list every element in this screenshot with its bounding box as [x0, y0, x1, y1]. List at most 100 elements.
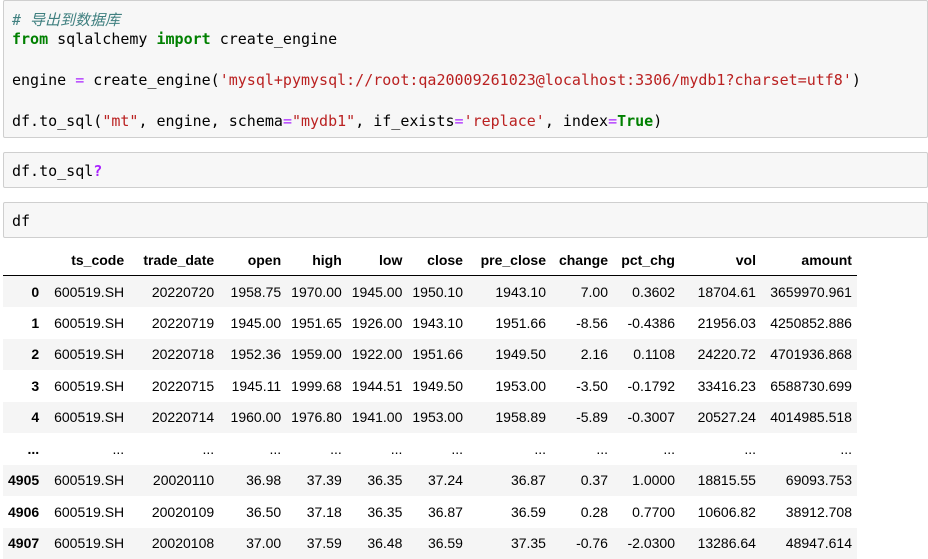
- table-cell: ...: [551, 433, 613, 465]
- column-header-pct_chg: pct_chg: [613, 244, 680, 276]
- column-header-change: change: [551, 244, 613, 276]
- table-cell: 36.48: [347, 528, 408, 559]
- close-paren: ): [852, 71, 861, 89]
- column-header-pre_close: pre_close: [468, 244, 551, 276]
- table-cell: 48947.614: [761, 528, 857, 559]
- table-cell: ...: [680, 433, 761, 465]
- table-cell: 37.39: [286, 465, 347, 497]
- code-cell-df[interactable]: df: [3, 202, 928, 238]
- equals-op: =: [455, 112, 464, 130]
- table-cell: 0.3602: [613, 276, 680, 308]
- table-cell: 600519.SH: [44, 496, 129, 528]
- table-cell: ...: [129, 433, 219, 465]
- table-cell: 1976.80: [286, 402, 347, 434]
- equals-op: =: [283, 112, 292, 130]
- table-cell: 1952.36: [219, 339, 286, 371]
- table-cell: 20220718: [129, 339, 219, 371]
- row-index: 4907: [3, 528, 44, 559]
- column-header-vol: vol: [680, 244, 761, 276]
- table-cell: 1949.50: [468, 339, 551, 371]
- column-header-high: high: [286, 244, 347, 276]
- table-cell: 37.35: [468, 528, 551, 559]
- table-cell: 3659970.961: [761, 276, 857, 308]
- dataframe-output-table: ts_codetrade_dateopenhighlowclosepre_clo…: [3, 244, 857, 559]
- column-header-close: close: [407, 244, 468, 276]
- table-cell: 13286.64: [680, 528, 761, 559]
- table-cell: 6588730.699: [761, 370, 857, 402]
- table-cell: 1926.00: [347, 307, 408, 339]
- table-cell: 1950.10: [407, 276, 468, 308]
- table-cell: 1943.10: [468, 276, 551, 308]
- table-name-string: "mt": [102, 112, 138, 130]
- table-cell: -0.76: [551, 528, 613, 559]
- table-cell: 1945.00: [347, 276, 408, 308]
- table-cell: ...: [44, 433, 129, 465]
- column-header-ts_code: ts_code: [44, 244, 129, 276]
- table-cell: 21956.03: [680, 307, 761, 339]
- table-cell: 24220.72: [680, 339, 761, 371]
- table-cell: 33416.23: [680, 370, 761, 402]
- table-cell: 36.87: [407, 496, 468, 528]
- table-cell: 1999.68: [286, 370, 347, 402]
- table-cell: 0.37: [551, 465, 613, 497]
- table-cell: 20220720: [129, 276, 219, 308]
- row-index: 1: [3, 307, 44, 339]
- column-header-index: [3, 244, 44, 276]
- to-sql-call: df.to_sql(: [12, 112, 102, 130]
- connection-url-string: 'mysql+pymysql://root:qa20009261023@loca…: [220, 71, 852, 89]
- table-cell: -8.56: [551, 307, 613, 339]
- table-cell: 1953.00: [407, 402, 468, 434]
- table-cell: 600519.SH: [44, 402, 129, 434]
- table-cell: -5.89: [551, 402, 613, 434]
- table-cell: -0.1792: [613, 370, 680, 402]
- table-cell: 1944.51: [347, 370, 408, 402]
- table-cell: 1943.10: [407, 307, 468, 339]
- code-line-df: df: [12, 212, 30, 230]
- equals-op: =: [75, 71, 84, 89]
- equals-op: =: [608, 112, 617, 130]
- keyword-true: True: [617, 112, 653, 130]
- table-cell: 37.00: [219, 528, 286, 559]
- table-cell: 69093.753: [761, 465, 857, 497]
- table-cell: 4014985.518: [761, 402, 857, 434]
- table-cell: 1953.00: [468, 370, 551, 402]
- table-body: 0600519.SH202207201958.751970.001945.001…: [3, 276, 857, 559]
- table-row: 4907600519.SH2002010837.0037.5936.4836.5…: [3, 528, 857, 559]
- table-cell: 20020109: [129, 496, 219, 528]
- import-name: create_engine: [211, 30, 337, 48]
- table-cell: 4701936.868: [761, 339, 857, 371]
- table-cell: 37.18: [286, 496, 347, 528]
- table-cell: 7.00: [551, 276, 613, 308]
- code-line-to-sql: df.to_sql("mt", engine, schema="mydb1", …: [12, 112, 662, 130]
- code-line-import: from sqlalchemy import create_engine: [12, 30, 337, 48]
- code-line-comment: # 导出到数据库: [12, 9, 120, 30]
- row-index: 2: [3, 339, 44, 371]
- table-cell: 1941.00: [347, 402, 408, 434]
- table-cell: 36.35: [347, 465, 408, 497]
- table-row: 1600519.SH202207191945.001951.651926.001…: [3, 307, 857, 339]
- to-sql-ref: df.to_sql: [12, 162, 93, 180]
- table-cell: ...: [613, 433, 680, 465]
- table-row: 4906600519.SH2002010936.5037.1836.3536.8…: [3, 496, 857, 528]
- create-engine-call: create_engine(: [84, 71, 219, 89]
- table-header-row: ts_codetrade_dateopenhighlowclosepre_clo…: [3, 244, 857, 276]
- comment-text: # 导出到数据库: [12, 11, 120, 29]
- table-cell: ...: [468, 433, 551, 465]
- table-cell: 20527.24: [680, 402, 761, 434]
- table-cell: -0.4386: [613, 307, 680, 339]
- table-cell: 1958.89: [468, 402, 551, 434]
- schema-string: "mydb1": [292, 112, 355, 130]
- code-cell-export[interactable]: # 导出到数据库 from sqlalchemy import create_e…: [3, 0, 928, 138]
- table-cell: 18815.55: [680, 465, 761, 497]
- table-cell: 1970.00: [286, 276, 347, 308]
- table-cell: 36.87: [468, 465, 551, 497]
- table-cell: ...: [286, 433, 347, 465]
- table-cell: 1949.50: [407, 370, 468, 402]
- code-cell-help[interactable]: df.to_sql?: [3, 152, 928, 188]
- row-index: 4: [3, 402, 44, 434]
- table-cell: 1959.00: [286, 339, 347, 371]
- table-cell: 0.7700: [613, 496, 680, 528]
- table-row: 2600519.SH202207181952.361959.001922.001…: [3, 339, 857, 371]
- table-cell: 600519.SH: [44, 528, 129, 559]
- table-row: 4905600519.SH2002011036.9837.3936.3537.2…: [3, 465, 857, 497]
